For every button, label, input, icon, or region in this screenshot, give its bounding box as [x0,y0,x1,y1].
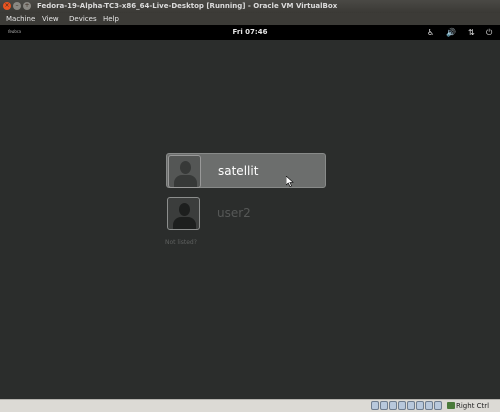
menu-machine[interactable]: Machine [6,13,35,25]
avatar-body [173,217,196,229]
close-window-button[interactable]: × [3,2,11,10]
window-controls: × – + [3,2,31,10]
user-list-item-satellit[interactable]: satellit [166,153,326,188]
minimize-icon: – [15,2,19,9]
optical-drive-icon[interactable] [380,401,388,410]
user-avatar-icon [167,197,200,230]
menu-view[interactable]: View [42,13,59,25]
volume-icon[interactable]: 🔊 [446,27,456,38]
hard-disk-icon[interactable] [371,401,379,410]
video-capture-icon[interactable] [425,401,433,410]
network-icon[interactable]: ⇅ [468,27,475,38]
minimize-window-button[interactable]: – [13,2,21,10]
shared-folders-icon[interactable] [398,401,406,410]
network-adapter-icon[interactable] [407,401,415,410]
mouse-pointer-icon [286,176,294,187]
panel-clock[interactable]: Fri 07:46 [0,25,500,40]
power-icon[interactable]: ⏻ [486,27,492,38]
user-list-item-user2[interactable]: user2 [166,196,326,231]
avatar-head [179,203,190,216]
maximize-window-button[interactable]: + [23,2,31,10]
maximize-icon: + [24,2,30,9]
avatar-body [174,175,197,187]
login-screen: satellit user2 Not listed? [0,40,500,399]
window-titlebar: × – + Fedora-19-Alpha-TC3-x86_64-Live-De… [0,0,500,13]
keyboard-capture-icon[interactable] [447,402,455,409]
menu-help[interactable]: Help [103,13,119,25]
menu-devices[interactable]: Devices [69,13,97,25]
not-listed-link[interactable]: Not listed? [165,239,197,246]
avatar-head [180,161,191,174]
usb-icon[interactable] [389,401,397,410]
display-icon[interactable] [416,401,424,410]
accessibility-icon[interactable]: ♿ [427,27,434,38]
status-indicators [371,401,442,410]
user-avatar-icon [168,155,201,188]
host-key-label: Right Ctrl [456,402,490,410]
vbox-statusbar: Right Ctrl [0,399,500,412]
mouse-integration-icon[interactable] [434,401,442,410]
vbox-menubar: Machine View Devices Help [0,13,500,25]
window-title: Fedora-19-Alpha-TC3-x86_64-Live-Desktop … [37,2,338,10]
close-icon: × [4,2,10,9]
user-name: user2 [217,206,251,220]
gnome-top-panel: fedora Fri 07:46 ♿ 🔊 ⇅ ⏻ [0,25,500,40]
user-name: satellit [218,164,259,178]
